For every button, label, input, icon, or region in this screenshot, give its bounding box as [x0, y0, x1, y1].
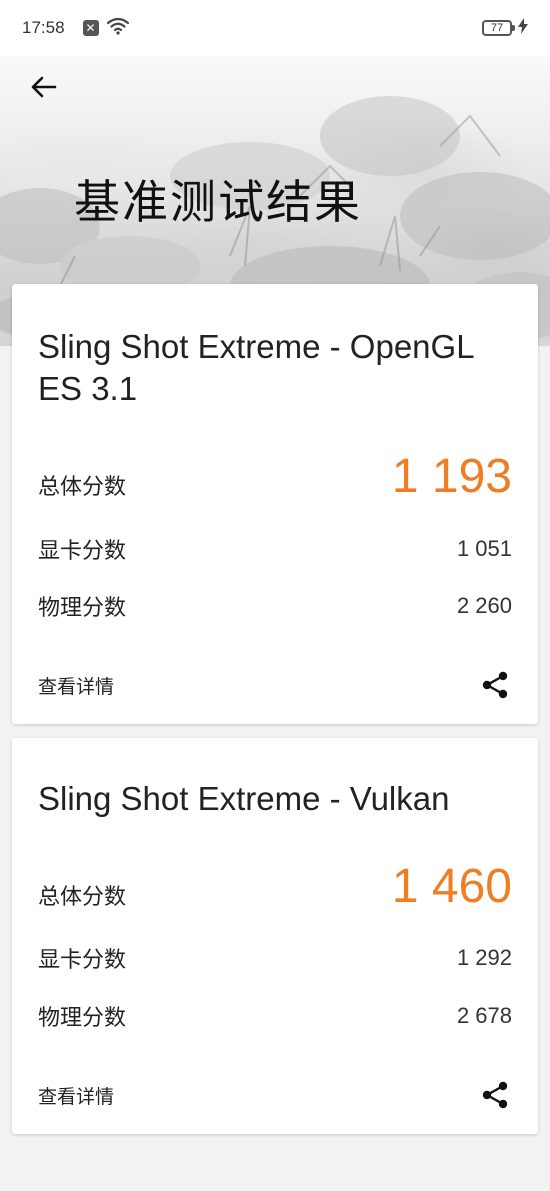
share-icon — [482, 1081, 508, 1109]
physics-score-label: 物理分数 — [38, 596, 127, 621]
status-right: 77 — [482, 17, 528, 39]
battery-indicator: 77 — [482, 20, 515, 36]
physics-score-row: 物理分数 2 260 — [38, 591, 512, 621]
graphics-score-label: 显卡分数 — [38, 948, 127, 973]
physics-score-value: 2 678 — [456, 1003, 512, 1028]
share-button[interactable] — [478, 668, 512, 702]
total-score-row: 总体分数 1 193 — [38, 446, 512, 506]
card-title: Sling Shot Extreme - OpenGL ES 3.1 — [38, 328, 474, 407]
result-card-opengl: Sling Shot Extreme - OpenGL ES 3.1 总体分数 … — [12, 284, 538, 724]
graphics-score-value: 1 292 — [456, 945, 512, 970]
physics-score-row: 物理分数 2 678 — [38, 1001, 512, 1031]
back-button[interactable] — [26, 70, 60, 104]
card-footer: 查看详情 — [38, 668, 512, 702]
graphics-score-label: 显卡分数 — [38, 539, 127, 564]
page-title: 基准测试结果 — [74, 175, 362, 229]
total-score-label: 总体分数 — [38, 885, 127, 910]
result-card-vulkan: Sling Shot Extreme - Vulkan 总体分数 1 460 显… — [12, 738, 538, 1134]
lightning-icon — [518, 17, 528, 39]
share-icon — [482, 671, 508, 699]
status-time: 17:58 — [22, 18, 65, 37]
total-score-row: 总体分数 1 460 — [38, 856, 512, 916]
card-title: Sling Shot Extreme - Vulkan — [38, 780, 450, 817]
x-badge-icon: ✕ — [82, 20, 99, 36]
arrow-left-icon — [31, 76, 57, 98]
graphics-score-row: 显卡分数 1 051 — [38, 534, 512, 564]
total-score-value: 1 193 — [391, 449, 512, 503]
wifi-icon — [106, 17, 129, 40]
status-left: 17:58 ✕ — [22, 17, 129, 40]
status-bar: 17:58 ✕ 77 — [0, 0, 550, 56]
view-details-link[interactable]: 查看详情 — [38, 672, 114, 699]
total-score-value: 1 460 — [391, 859, 512, 913]
graphics-score-value: 1 051 — [456, 536, 512, 561]
graphics-score-row: 显卡分数 1 292 — [38, 943, 512, 973]
view-details-link[interactable]: 查看详情 — [38, 1082, 114, 1109]
card-footer: 查看详情 — [38, 1078, 512, 1112]
share-button[interactable] — [478, 1078, 512, 1112]
total-score-label: 总体分数 — [38, 475, 127, 500]
physics-score-label: 物理分数 — [38, 1006, 127, 1031]
physics-score-value: 2 260 — [456, 593, 512, 618]
